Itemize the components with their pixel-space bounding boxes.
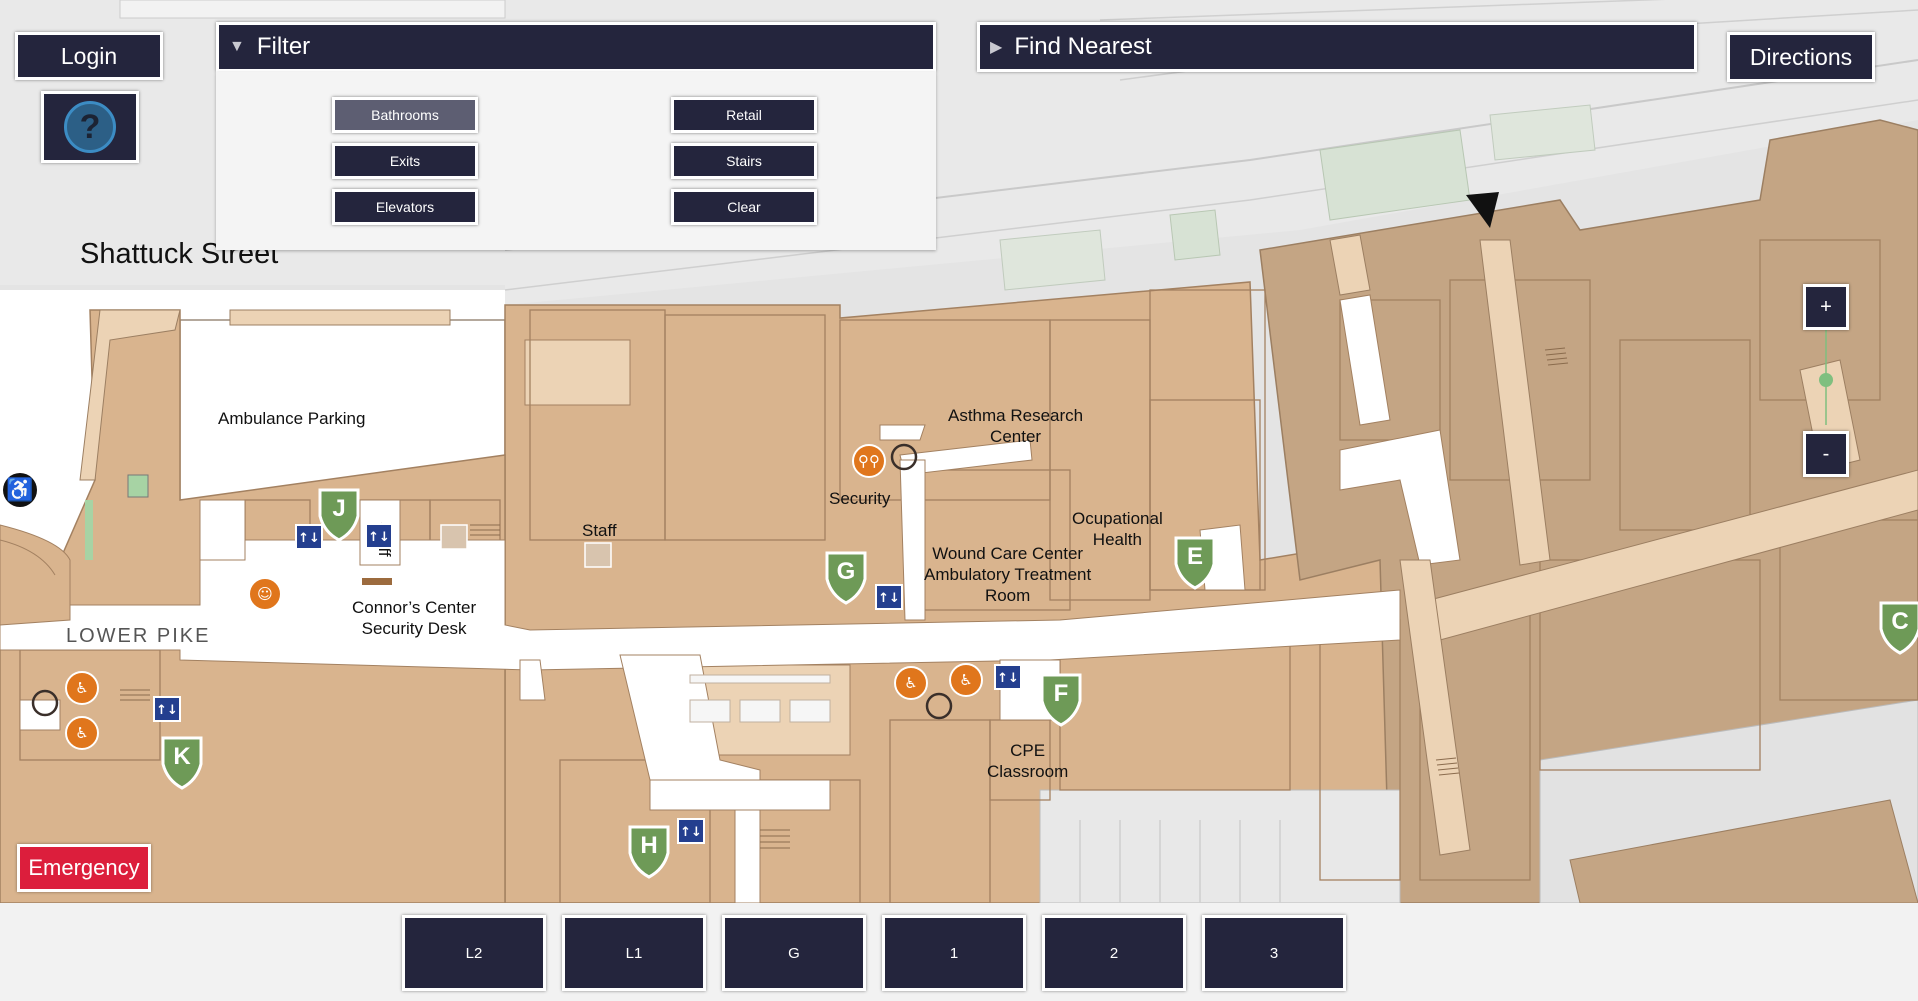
floor-2-button[interactable]: 2 (1042, 915, 1186, 991)
floor-3-button[interactable]: 3 (1202, 915, 1346, 991)
floor-1-button[interactable]: 1 (882, 915, 1026, 991)
help-icon: ? (64, 101, 116, 153)
filter-retail-button[interactable]: Retail (671, 97, 817, 133)
filter-elevators-button[interactable]: Elevators (332, 189, 478, 225)
chevron-down-icon: ▼ (229, 38, 245, 55)
label-lower-pike: LOWER PIKE (66, 625, 211, 647)
floor-l2-button[interactable]: L2 (402, 915, 546, 991)
label-security: Security (829, 489, 891, 508)
filter-header[interactable]: ▼ Filter (216, 22, 936, 72)
label-staff-vertical: Staff (375, 522, 394, 557)
accessibility-icon[interactable]: ♿ (3, 473, 37, 507)
floor-l1-button[interactable]: L1 (562, 915, 706, 991)
chevron-right-icon: ▶ (990, 39, 1003, 56)
filter-clear-button[interactable]: Clear (671, 189, 817, 225)
find-nearest-title: Find Nearest (1014, 33, 1152, 60)
filter-exits-button[interactable]: Exits (332, 143, 478, 179)
help-button[interactable]: ? (41, 91, 139, 163)
find-nearest-header[interactable]: ▶ Find Nearest (977, 22, 1697, 72)
directions-button[interactable]: Directions (1727, 32, 1875, 82)
filter-stairs-button[interactable]: Stairs (671, 143, 817, 179)
zoom-out-button[interactable]: - (1803, 431, 1849, 477)
label-ocupational-health: Ocupational Health (1072, 509, 1163, 549)
filter-bathrooms-button[interactable]: Bathrooms (332, 97, 478, 133)
label-ambulance-parking: Ambulance Parking (218, 409, 366, 428)
label-staff: Staff (582, 521, 617, 540)
filter-panel: Bathrooms Retail Exits Stairs Elevators … (216, 72, 936, 250)
filter-title: Filter (256, 33, 311, 60)
label-wound-care: Wound Care Center Ambulatory Treatment R… (924, 544, 1092, 605)
floor-g-button[interactable]: G (722, 915, 866, 991)
label-asthma-research: Asthma Research Center (948, 406, 1084, 446)
label-connors-center: Connor’s Center Security Desk (352, 598, 477, 638)
emergency-button[interactable]: Emergency (17, 844, 151, 892)
label-cpe-classroom: CPE Classroom (987, 741, 1069, 781)
login-button[interactable]: Login (15, 32, 163, 80)
zoom-in-button[interactable]: + (1803, 284, 1849, 330)
